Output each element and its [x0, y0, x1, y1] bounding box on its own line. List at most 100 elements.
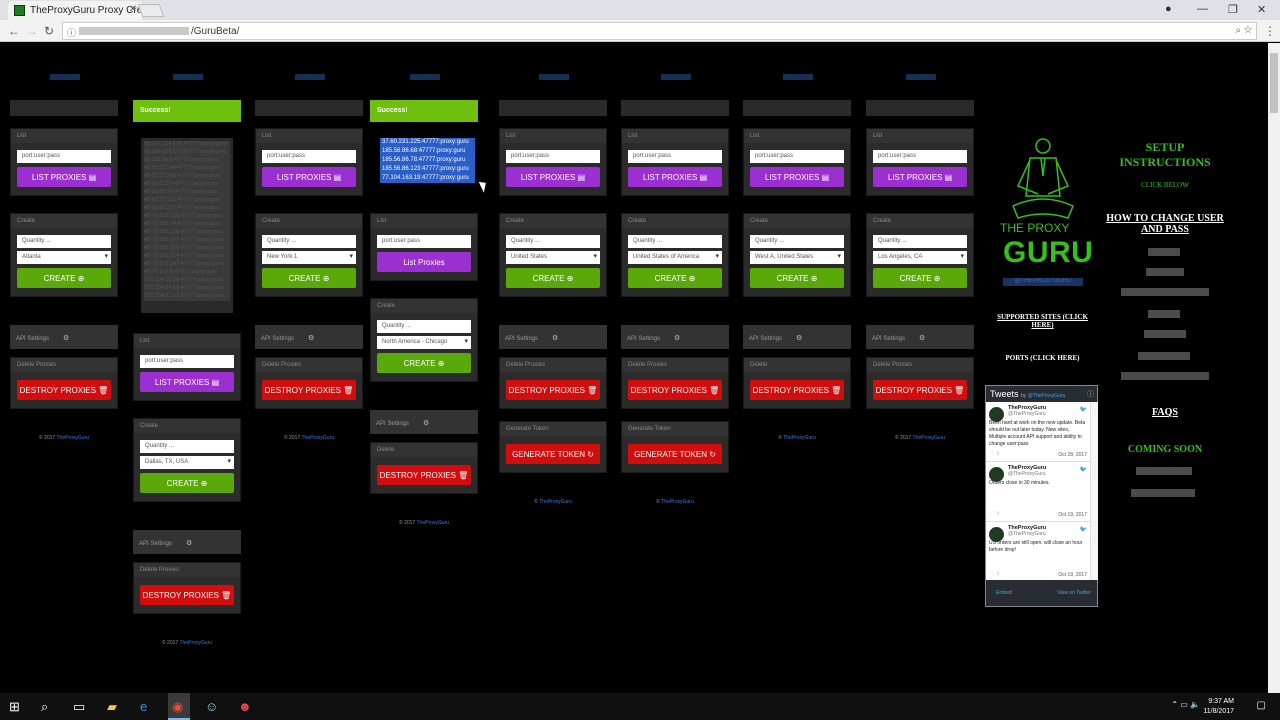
port-user-pass-input[interactable]: port:user:pass: [17, 150, 111, 163]
edge-icon[interactable]: e: [140, 699, 147, 714]
footer-link[interactable]: TheProxyGuru: [417, 520, 450, 526]
gear-icon[interactable]: ⚙: [919, 335, 925, 342]
destroy-proxies-button[interactable]: DESTROY PROXIES 🗑: [750, 380, 844, 400]
port-user-pass-input[interactable]: port:user:pass: [377, 235, 471, 248]
quantity-input[interactable]: Quantity ...: [750, 235, 844, 248]
menu-icon[interactable]: ⋮: [1264, 24, 1276, 38]
destroy-proxies-button[interactable]: DESTROY PROXIES 🗑: [873, 380, 967, 400]
scrollbar-thumb[interactable]: [1270, 53, 1278, 113]
back-button[interactable]: ←: [8, 24, 20, 38]
tweet-author-handle[interactable]: @TheProxyGuru: [1008, 531, 1087, 537]
restore-icon[interactable]: ❐: [1228, 3, 1238, 16]
port-user-pass-input[interactable]: port:user:pass: [262, 150, 356, 163]
api-settings[interactable]: API Settings ⚙: [10, 325, 118, 349]
footer-link[interactable]: TheProxyGuru: [57, 435, 90, 441]
api-settings[interactable]: API Settings ⚙: [133, 530, 241, 554]
redacted-link[interactable]: [1121, 372, 1209, 380]
clock[interactable]: 9:37 AM 11/8/2017: [1203, 697, 1234, 717]
task-view-icon[interactable]: ▭: [73, 699, 85, 715]
destroy-proxies-button[interactable]: DESTROY PROXIES 🗑: [628, 380, 722, 400]
avatar[interactable]: [989, 407, 1004, 422]
like-share-icons[interactable]: ♡ ⇪: [990, 571, 1000, 577]
close-window-icon[interactable]: ✕: [1257, 3, 1266, 16]
tweet-item[interactable]: TheProxyGuru @TheProxyGuru 🐦 Been hard at w…: [986, 402, 1090, 462]
port-user-pass-input[interactable]: port:user:pass: [506, 150, 600, 163]
tweet-date[interactable]: Oct 19, 2017: [1058, 572, 1087, 578]
create-button[interactable]: CREATE ⊕: [377, 353, 471, 373]
tweet-date[interactable]: Oct 28, 2017: [1058, 452, 1087, 458]
tweet-author-handle[interactable]: @TheProxyGuru: [1008, 471, 1087, 477]
faqs-link[interactable]: FAQS: [1105, 407, 1225, 418]
info-icon[interactable]: ⓘ: [1087, 389, 1094, 399]
list-proxies-button[interactable]: LIST PROXIES ▤: [873, 167, 967, 187]
tweet-list-scrollbar[interactable]: [1090, 402, 1098, 580]
region-select[interactable]: Dallas, TX, USA: [140, 456, 234, 469]
twitter-by-handle[interactable]: @TheProxyGuru: [1028, 393, 1066, 399]
footer-link[interactable]: TheProxyGuru: [783, 435, 816, 441]
api-settings[interactable]: API Settings ⚙: [370, 410, 478, 434]
zoom-star-icons[interactable]: ⌕ ☆: [1235, 25, 1252, 36]
destroy-proxies-button[interactable]: DESTROY PROXIES 🗑: [506, 380, 600, 400]
windows-start-icon[interactable]: ⊞: [9, 699, 20, 715]
redacted-link[interactable]: [1136, 467, 1192, 475]
app-icon[interactable]: ☺: [205, 699, 218, 714]
quantity-input[interactable]: Quantity ...: [262, 235, 356, 248]
quantity-input[interactable]: Quantity ...: [17, 235, 111, 248]
like-share-icons[interactable]: ♡ ⇪: [990, 511, 1000, 517]
tweet-list[interactable]: TheProxyGuru @TheProxyGuru 🐦 Been hard at w…: [986, 402, 1090, 580]
gear-icon[interactable]: ⚙: [423, 420, 429, 427]
redacted-link[interactable]: [1138, 352, 1190, 360]
destroy-proxies-button[interactable]: DESTROY PROXIES 🗑: [140, 585, 234, 605]
footer-link[interactable]: TheProxyGuru: [302, 435, 335, 441]
app-icon[interactable]: ☻: [238, 699, 252, 714]
list-proxies-button[interactable]: LIST PROXIES ▤: [506, 167, 600, 187]
avatar[interactable]: [989, 467, 1004, 482]
avatar[interactable]: [989, 527, 1004, 542]
create-button[interactable]: CREATE ⊕: [750, 268, 844, 288]
region-select[interactable]: Atlanta: [17, 251, 111, 264]
create-button[interactable]: CREATE ⊕: [262, 268, 356, 288]
redacted-link[interactable]: [1146, 268, 1184, 276]
generate-token-button[interactable]: GENERATE TOKEN ↻: [628, 444, 722, 464]
footer-link[interactable]: TheProxyGuru: [913, 435, 946, 441]
create-button[interactable]: CREATE ⊕: [628, 268, 722, 288]
file-explorer-icon[interactable]: ▰: [107, 699, 117, 715]
ports-link[interactable]: PORTS (CLICK HERE): [990, 354, 1095, 362]
create-button[interactable]: CREATE ⊕: [873, 268, 967, 288]
api-settings[interactable]: API Settings ⚙: [499, 325, 607, 349]
gear-icon[interactable]: ⚙: [308, 335, 314, 342]
list-proxies-button[interactable]: LIST PROXIES ▤: [17, 167, 111, 187]
chrome-taskbar-button[interactable]: ◉: [168, 693, 190, 720]
region-select[interactable]: New York 1: [262, 251, 356, 264]
region-select[interactable]: West A, United States: [750, 251, 844, 264]
search-icon[interactable]: ⌕: [41, 699, 48, 715]
api-settings[interactable]: API Settings ⚙: [621, 325, 729, 349]
list-proxies-button[interactable]: LIST PROXIES ▤: [140, 372, 234, 392]
reload-button[interactable]: ↻: [44, 24, 54, 38]
port-user-pass-input[interactable]: port:user:pass: [873, 150, 967, 163]
gear-icon[interactable]: ⚙: [674, 335, 680, 342]
page-scrollbar[interactable]: [1268, 43, 1280, 693]
system-tray-icons[interactable]: ⌃ ▭ 🔈: [1171, 700, 1200, 709]
port-user-pass-input[interactable]: port:user:pass: [140, 355, 234, 368]
gear-icon[interactable]: ⚙: [186, 540, 192, 547]
region-select[interactable]: United States of America: [628, 251, 722, 264]
gear-icon[interactable]: ⚙: [796, 335, 802, 342]
tweet-item[interactable]: TheProxyGuru @TheProxyGuru 🐦 US orders are …: [986, 522, 1090, 580]
close-tab-icon[interactable]: ✕: [129, 4, 137, 15]
region-select[interactable]: North America - Chicago: [377, 336, 471, 349]
notifications-icon[interactable]: ▢: [1257, 700, 1266, 711]
destroy-proxies-button[interactable]: DESTROY PROXIES 🗑: [17, 380, 111, 400]
api-settings[interactable]: API Settings ⚙: [743, 325, 851, 349]
quantity-input[interactable]: Quantity ...: [628, 235, 722, 248]
quantity-input[interactable]: Quantity ...: [506, 235, 600, 248]
how-to-change-link[interactable]: HOW TO CHANGE USER AND PASS: [1105, 213, 1225, 235]
redacted-link[interactable]: [1131, 489, 1195, 497]
create-button[interactable]: CREATE ⊕: [140, 473, 234, 493]
supported-sites-link[interactable]: SUPPORTED SITES (CLICK HERE): [990, 313, 1095, 329]
destroy-proxies-button[interactable]: DESTROY PROXIES 🗑: [262, 380, 356, 400]
url-field[interactable]: ⓘ /GuruBeta/ ⌕ ☆: [62, 22, 1257, 40]
proxy-output-list[interactable]: 50.187.134.184:47777:proxy:guru 50.184.20…: [141, 138, 233, 313]
info-icon[interactable]: ⓘ: [67, 26, 76, 39]
footer-link[interactable]: TheProxyGuru: [180, 640, 213, 646]
